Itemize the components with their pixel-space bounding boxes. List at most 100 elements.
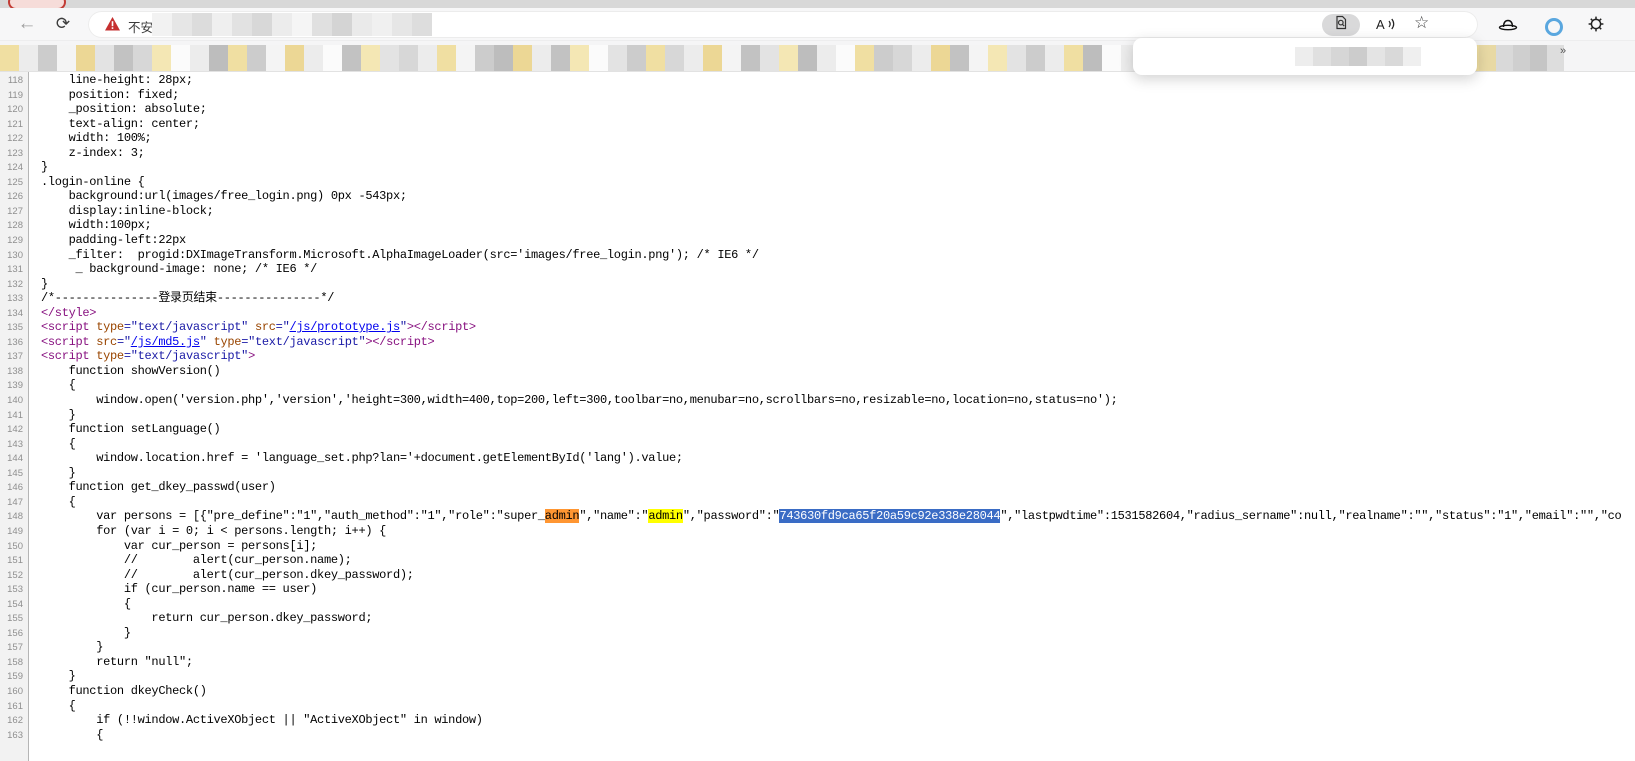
mosaic-cell: [1496, 45, 1513, 71]
mosaic-cell: [551, 45, 570, 71]
code-text: _filter: progid:DXImageTransform.Microso…: [29, 248, 759, 263]
read-aloud-icon[interactable]: A: [1376, 16, 1396, 37]
code-text: for (var i = 0; i < persons.length; i++)…: [29, 524, 386, 539]
code-line: 119 position: fixed;: [0, 88, 1635, 103]
line-number: 122: [0, 131, 29, 146]
code-text: <script type="text/javascript">: [29, 349, 255, 364]
code-line: 144 window.location.href = 'language_set…: [0, 451, 1635, 466]
code-line: 146 function get_dkey_passwd(user): [0, 480, 1635, 495]
code-line: 137<script type="text/javascript">: [0, 349, 1635, 364]
code-line: 156 }: [0, 626, 1635, 641]
code-text: /*---------------登录页结束---------------*/: [29, 291, 334, 306]
find-on-page-button[interactable]: [1322, 14, 1360, 36]
mosaic-cell: [836, 45, 855, 71]
favorites-star-icon[interactable]: ☆: [1414, 13, 1429, 33]
browser-window: ← ⟳ 不安: [0, 0, 1635, 761]
line-number: 159: [0, 669, 29, 684]
line-number: 132: [0, 277, 29, 292]
mosaic-cell: [817, 45, 836, 71]
mosaic-cell: [513, 45, 532, 71]
code-line: 157 }: [0, 640, 1635, 655]
mosaic-cell: [1295, 47, 1313, 66]
blue-ring-extension-icon[interactable]: [1545, 18, 1563, 36]
line-number: 160: [0, 684, 29, 699]
code-text: window.open('version.php','version','hei…: [29, 393, 1118, 408]
code-line: 150 var cur_person = persons[i];: [0, 539, 1635, 554]
hat-extension-icon[interactable]: [1498, 17, 1518, 36]
mosaic-cell: [494, 45, 513, 71]
selected-password-hash: 743630fd9ca65f20a59c92e338e28044: [779, 509, 1000, 523]
mosaic-cell: [19, 45, 38, 71]
mosaic-cell: [247, 45, 266, 71]
mosaic-cell: [418, 45, 437, 71]
bookmarks-overflow-chevron-icon[interactable]: »: [1560, 45, 1566, 57]
mosaic-cell: [412, 13, 432, 36]
code-text: {: [29, 597, 131, 612]
browser-toolbar: ← ⟳ 不安: [0, 8, 1635, 40]
refresh-icon[interactable]: ⟳: [48, 8, 78, 40]
mosaic-cell: [0, 45, 19, 71]
code-text: padding-left:22px: [29, 233, 186, 248]
line-number: 153: [0, 582, 29, 597]
code-line: 133/*---------------登录页结束---------------…: [0, 291, 1635, 306]
code-text: <script type="text/javascript" src="/js/…: [29, 320, 476, 335]
code-text: z-index: 3;: [29, 146, 145, 161]
line-number: 148: [0, 509, 29, 524]
mosaic-cell: [209, 45, 228, 71]
mosaic-cell: [266, 45, 285, 71]
code-text: }: [29, 408, 76, 423]
mosaic-cell: [292, 13, 312, 36]
mosaic-cell: [475, 45, 494, 71]
view-source-pane[interactable]: 118 line-height: 28px;119 position: fixe…: [0, 71, 1635, 761]
line-number: 150: [0, 539, 29, 554]
mosaic-cell: [285, 45, 304, 71]
line-number: 139: [0, 378, 29, 393]
code-line: 125.login-online {: [0, 175, 1635, 190]
line-number: 158: [0, 655, 29, 670]
line-number: 143: [0, 437, 29, 452]
code-text: return cur_person.dkey_password;: [29, 611, 372, 626]
mosaic-cell: [437, 45, 456, 71]
code-text: }: [29, 626, 131, 641]
line-number: 155: [0, 611, 29, 626]
code-text: function setLanguage(): [29, 422, 220, 437]
line-number: 156: [0, 626, 29, 641]
mosaic-cell: [1026, 45, 1045, 71]
not-secure-warning-icon[interactable]: [104, 16, 121, 37]
find-on-page-popup[interactable]: [1133, 38, 1477, 75]
line-number: 125: [0, 175, 29, 190]
code-line: 149 for (var i = 0; i < persons.length; …: [0, 524, 1635, 539]
line-number: 120: [0, 102, 29, 117]
line-number: 149: [0, 524, 29, 539]
source-link[interactable]: /js/prototype.js: [289, 320, 399, 334]
mosaic-cell: [741, 45, 760, 71]
mosaic-cell: [232, 13, 252, 36]
code-text: position: fixed;: [29, 88, 179, 103]
mosaic-cell: [380, 45, 399, 71]
settings-gear-icon[interactable]: [1588, 16, 1604, 37]
code-line: 118 line-height: 28px;: [0, 73, 1635, 88]
code-text: if (!!window.ActiveXObject || "ActiveXOb…: [29, 713, 483, 728]
code-line: 129 padding-left:22px: [0, 233, 1635, 248]
mosaic-cell: [1102, 45, 1121, 71]
code-text: }: [29, 466, 76, 481]
mosaic-cell: [1385, 47, 1403, 66]
code-text: // alert(cur_person.name);: [29, 553, 352, 568]
line-number: 127: [0, 204, 29, 219]
mosaic-cell: [1064, 45, 1083, 71]
code-line: 123 z-index: 3;: [0, 146, 1635, 161]
address-bar[interactable]: 不安 A ☆: [88, 11, 1478, 38]
mosaic-cell: [392, 13, 412, 36]
code-text: // alert(cur_person.dkey_password);: [29, 568, 414, 583]
code-line: 141 }: [0, 408, 1635, 423]
code-line: 122 width: 100%;: [0, 131, 1635, 146]
mosaic-cell: [342, 45, 361, 71]
source-link[interactable]: /js/md5.js: [131, 335, 200, 349]
code-text: width: 100%;: [29, 131, 151, 146]
line-number: 118: [0, 73, 29, 88]
mosaic-cell: [252, 13, 272, 36]
code-text: }: [29, 669, 76, 684]
line-number: 131: [0, 262, 29, 277]
code-line: 132}: [0, 277, 1635, 292]
back-icon[interactable]: ←: [10, 8, 44, 40]
